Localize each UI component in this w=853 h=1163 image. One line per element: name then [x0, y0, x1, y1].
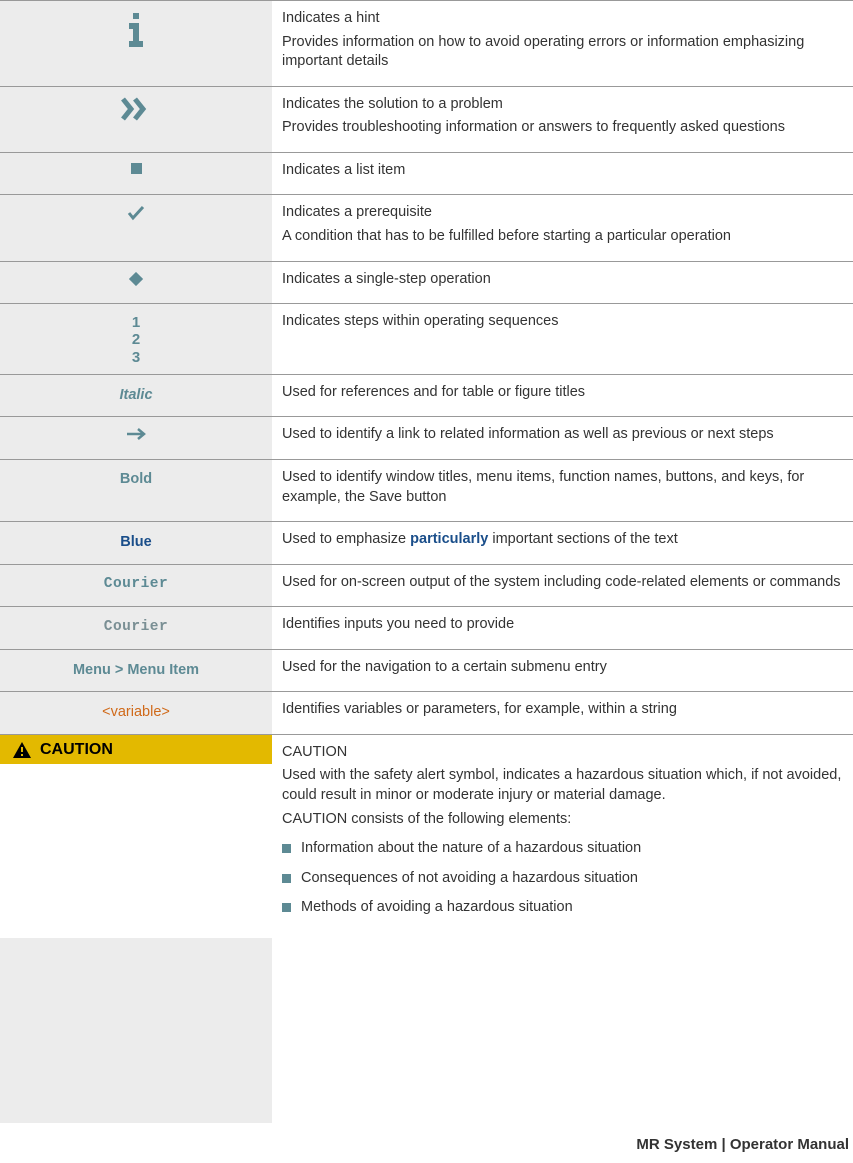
row-solution: Indicates the solution to a problem Prov… [0, 86, 853, 152]
description-cell: Identifies variables or parameters, for … [272, 692, 853, 734]
desc-line: Used for references and for table or fig… [282, 383, 843, 403]
info-icon [126, 11, 146, 47]
page-footer: MR System | Operator Manual [0, 1123, 853, 1163]
desc-line: Indicates the solution to a problem [282, 95, 843, 115]
description-cell: Indicates a prerequisite A condition tha… [272, 195, 853, 260]
desc-line: CAUTION consists of the following elemen… [282, 810, 843, 830]
desc-line: Identifies variables or parameters, for … [282, 700, 843, 720]
menu-label: Menu > Menu Item [73, 661, 199, 681]
desc-line: Used to emphasize particularly important… [282, 530, 843, 550]
step-num: 1 [132, 314, 140, 331]
symbol-cell: Courier [0, 565, 272, 607]
steps-icon: 1 2 3 [132, 314, 140, 366]
desc-line: Indicates a hint [282, 9, 843, 29]
row-bold: Bold Used to identify window titles, men… [0, 459, 853, 521]
description-cell: Used to identify window titles, menu ite… [272, 460, 853, 521]
desc-line: Indicates a list item [282, 161, 843, 181]
square-bullet-icon [282, 874, 291, 883]
desc-line: Indicates a prerequisite [282, 203, 843, 223]
description-cell: CAUTION Used with the safety alert symbo… [272, 735, 853, 938]
blue-label: Blue [120, 533, 151, 553]
symbol-cell [0, 87, 272, 152]
symbol-cell [0, 195, 272, 260]
desc-line: Indicates a single-step operation [282, 270, 843, 290]
checkmark-icon [127, 205, 145, 221]
description-cell: Indicates a hint Provides information on… [272, 1, 853, 86]
caution-banner: CAUTION [0, 735, 272, 765]
courier-bold-label: Courier [104, 618, 168, 638]
symbol-cell [0, 417, 272, 459]
symbol-cell [0, 262, 272, 304]
diamond-icon [129, 272, 143, 286]
desc-line: Used to identify a link to related infor… [282, 425, 843, 445]
description-cell: Indicates steps within operating sequenc… [272, 304, 853, 374]
row-prerequisite: Indicates a prerequisite A condition tha… [0, 194, 853, 260]
description-cell: Identifies inputs you need to provide [272, 607, 853, 649]
row-hint: Indicates a hint Provides information on… [0, 0, 853, 86]
step-num: 2 [132, 331, 140, 348]
symbol-cell: Bold [0, 460, 272, 521]
list-item: Methods of avoiding a hazardous situatio… [282, 898, 843, 918]
row-courier: Courier Used for on-screen output of the… [0, 564, 853, 607]
square-bullet-icon [282, 844, 291, 853]
row-caution: CAUTION CAUTION Used with the safety ale… [0, 734, 853, 938]
symbol-cell: 1 2 3 [0, 304, 272, 374]
row-arrow: Used to identify a link to related infor… [0, 416, 853, 459]
step-num: 3 [132, 349, 140, 366]
italic-label: Italic [119, 386, 152, 406]
caution-heading: CAUTION [282, 743, 843, 763]
description-cell: Indicates a list item [272, 153, 853, 195]
row-steps: 1 2 3 Indicates steps within operating s… [0, 303, 853, 374]
row-menu: Menu > Menu Item Used for the navigation… [0, 649, 853, 692]
symbol-cell: Courier [0, 607, 272, 649]
description-cell: Used to emphasize particularly important… [272, 522, 853, 564]
arrow-right-icon [126, 427, 146, 441]
variable-label: <variable> [102, 703, 170, 723]
caution-label: CAUTION [40, 739, 113, 761]
footer-gap [0, 938, 853, 1123]
caution-bullets: Information about the nature of a hazard… [282, 839, 843, 918]
bold-label: Bold [120, 470, 152, 490]
list-item: Consequences of not avoiding a hazardous… [282, 869, 843, 889]
symbol-cell [0, 1, 272, 86]
desc-line: Used for on-screen output of the system … [282, 573, 843, 593]
symbol-cell: Italic [0, 375, 272, 417]
symbol-cell [0, 938, 272, 1123]
square-bullet-icon [282, 903, 291, 912]
desc-line: A condition that has to be fulfilled bef… [282, 227, 843, 247]
row-singlestep: Indicates a single-step operation [0, 261, 853, 304]
row-italic: Italic Used for references and for table… [0, 374, 853, 417]
symbol-cell [0, 153, 272, 195]
desc-line: Used for the navigation to a certain sub… [282, 658, 843, 678]
row-blue: Blue Used to emphasize particularly impo… [0, 521, 853, 564]
row-variable: <variable> Identifies variables or param… [0, 691, 853, 734]
double-chevron-icon [121, 97, 151, 121]
square-bullet-icon [131, 163, 142, 174]
desc-line: Provides troubleshooting information or … [282, 118, 843, 138]
symbol-cell: Menu > Menu Item [0, 650, 272, 692]
description-cell: Used for the navigation to a certain sub… [272, 650, 853, 692]
desc-line: Indicates steps within operating sequenc… [282, 312, 843, 332]
description-cell: Used to identify a link to related infor… [272, 417, 853, 459]
list-item: Information about the nature of a hazard… [282, 839, 843, 859]
row-listitem: Indicates a list item [0, 152, 853, 195]
description-cell: Indicates the solution to a problem Prov… [272, 87, 853, 152]
symbol-cell: CAUTION [0, 735, 272, 938]
description-cell: Indicates a single-step operation [272, 262, 853, 304]
row-courier-bold: Courier Identifies inputs you need to pr… [0, 606, 853, 649]
symbol-cell: <variable> [0, 692, 272, 734]
symbol-cell: Blue [0, 522, 272, 564]
courier-label: Courier [104, 575, 168, 595]
desc-line: Identifies inputs you need to provide [282, 615, 843, 635]
description-cell: Used for on-screen output of the system … [272, 565, 853, 607]
desc-line: Used to identify window titles, menu ite… [282, 468, 843, 507]
desc-line: Used with the safety alert symbol, indic… [282, 766, 843, 805]
description-cell: Used for references and for table or fig… [272, 375, 853, 417]
warning-triangle-icon [12, 741, 32, 759]
desc-line: Provides information on how to avoid ope… [282, 33, 843, 72]
